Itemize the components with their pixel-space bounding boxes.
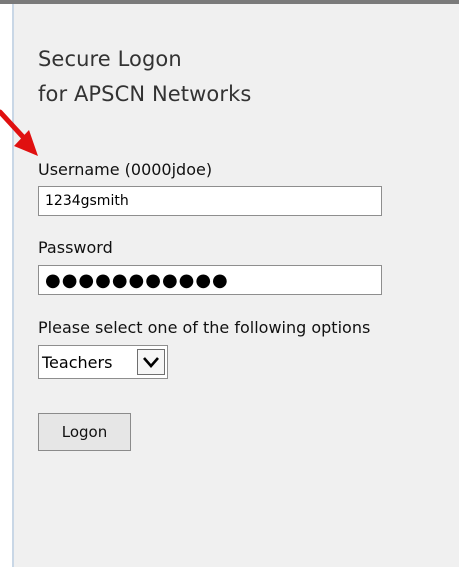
title-line-2: for APSCN Networks	[38, 82, 252, 106]
chevron-down-icon-svg	[143, 357, 159, 368]
logon-button[interactable]: Logon	[38, 413, 131, 451]
red-arrow-icon	[0, 109, 38, 156]
page-title: Secure Logon for APSCN Networks	[38, 42, 251, 112]
password-label: Password	[38, 238, 113, 257]
title-line-1: Secure Logon	[38, 47, 182, 71]
password-input[interactable]	[38, 265, 382, 295]
role-select[interactable]: Teachers	[38, 345, 168, 379]
username-label: Username (0000jdoe)	[38, 160, 213, 179]
options-label: Please select one of the following optio…	[38, 318, 371, 337]
logon-window: Secure Logon for APSCN Networks Username…	[0, 0, 459, 567]
role-select-value: Teachers	[42, 352, 113, 372]
chevron-down-icon[interactable]	[137, 349, 165, 375]
username-input[interactable]	[38, 186, 382, 216]
